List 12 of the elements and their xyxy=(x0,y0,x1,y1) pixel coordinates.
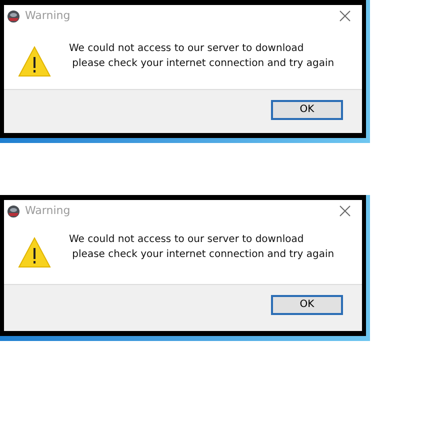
ok-button[interactable]: OK xyxy=(271,100,343,120)
window-title: Warning xyxy=(25,8,70,24)
warning-icon xyxy=(18,237,51,268)
ok-button[interactable]: OK xyxy=(271,295,343,315)
close-icon[interactable] xyxy=(339,10,351,22)
message-text: We could not access to our server to download please check your internet connection and try again xyxy=(69,233,334,262)
message-text: We could not access to our server to download please check your internet connection and try again xyxy=(69,42,334,71)
window-title: Warning xyxy=(25,202,70,219)
app-icon xyxy=(7,10,20,22)
warning-icon xyxy=(18,46,51,77)
close-icon[interactable] xyxy=(339,205,351,217)
app-icon xyxy=(7,204,20,218)
